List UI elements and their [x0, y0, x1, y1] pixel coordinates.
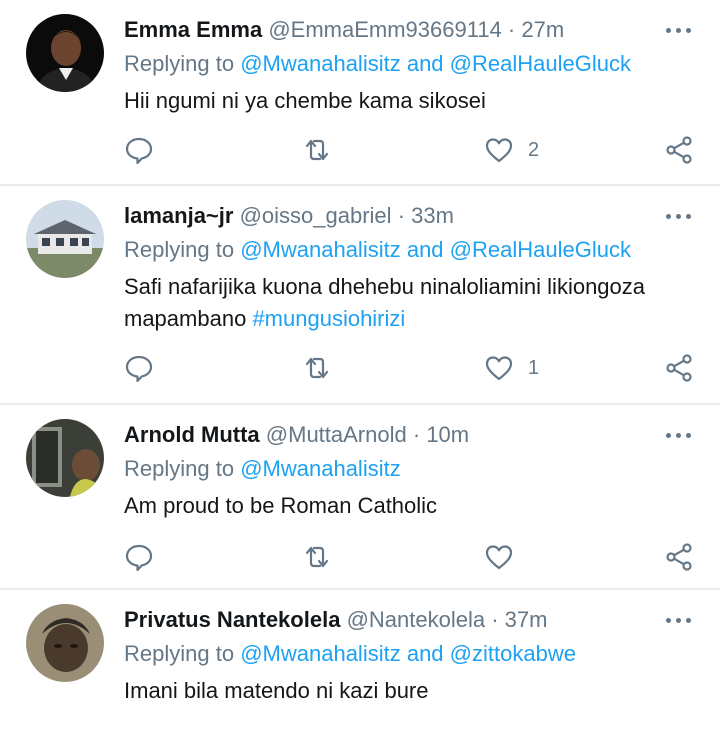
tweet-text: Imani bila matendo ni kazi bure [124, 675, 694, 707]
share-button[interactable] [664, 134, 694, 166]
like-button[interactable] [484, 541, 514, 573]
tweet-body: Am proud to be Roman Catholic [124, 493, 438, 518]
retweet-button[interactable] [302, 134, 332, 166]
share-icon [666, 543, 692, 571]
like-count: 2 [528, 138, 540, 161]
timestamp[interactable]: 37m [505, 607, 548, 632]
separator-dot: · [397, 203, 406, 228]
replying-label: Replying to [124, 51, 235, 76]
author-handle[interactable]: @oisso_gabriel [240, 203, 392, 228]
retweet-icon [305, 139, 329, 161]
replying-to: Replying to @Mwanahalisitz and @RealHaul… [124, 50, 631, 78]
share-icon [666, 136, 692, 164]
hashtag-link[interactable]: #mungusiohirizi [252, 306, 405, 331]
author-handle[interactable]: @Nantekolela [347, 607, 486, 632]
tweet-header: Arnold Mutta @MuttaArnold · 10m [124, 421, 660, 449]
reply-button[interactable] [124, 134, 154, 166]
action-bar [124, 541, 704, 573]
mention-link[interactable]: @Mwanahalisitz [240, 641, 401, 666]
separator-dot: · [491, 607, 499, 632]
mention-link[interactable]: @RealHauleGluck [450, 237, 631, 262]
mention-link[interactable]: @Mwanahalisitz [240, 456, 401, 481]
author-name[interactable]: Arnold Mutta [124, 422, 260, 447]
avatar[interactable] [26, 14, 104, 92]
retweet-icon [305, 546, 329, 568]
replying-to: Replying to @Mwanahalisitz [124, 455, 401, 483]
and-text: and [406, 641, 444, 666]
replying-label: Replying to [124, 456, 235, 481]
more-dots-icon[interactable] [666, 610, 692, 630]
and-text: and [406, 237, 444, 262]
reply-button[interactable] [124, 541, 154, 573]
like-button[interactable]: 2 [484, 134, 539, 166]
comment-icon [125, 355, 153, 383]
avatar[interactable] [26, 604, 104, 682]
tweet-item[interactable]: Privatus Nantekolela @Nantekolela · 37m … [0, 590, 720, 730]
share-icon [666, 354, 692, 382]
share-button[interactable] [664, 352, 694, 384]
like-count: 1 [528, 356, 540, 379]
replying-to: Replying to @Mwanahalisitz and @RealHaul… [124, 236, 631, 264]
retweet-icon [305, 357, 329, 379]
tweet-item[interactable]: lamanja~jr @oisso_gabriel · 33m Replying… [0, 186, 720, 403]
author-name[interactable]: lamanja~jr [124, 203, 233, 228]
separator-dot: · [412, 422, 421, 447]
comment-icon [125, 137, 153, 165]
heart-icon [485, 545, 513, 570]
more-dots-icon[interactable] [666, 425, 692, 445]
timestamp[interactable]: 27m [521, 17, 564, 42]
tweet-header: lamanja~jr @oisso_gabriel · 33m [124, 202, 660, 230]
reply-feed: Emma Emma @EmmaEmm93669114 · 27m Replyin… [0, 0, 720, 730]
author-handle[interactable]: @MuttaArnold [266, 422, 407, 447]
comment-icon [125, 544, 153, 572]
and-text: and [406, 51, 444, 76]
tweet-body: Hii ngumi ni ya chembe kama sikosei [124, 88, 486, 113]
mention-link[interactable]: @zittokabwe [450, 641, 576, 666]
author-name[interactable]: Emma Emma [124, 17, 262, 42]
timestamp[interactable]: 10m [426, 422, 469, 447]
avatar[interactable] [26, 419, 104, 497]
mention-link[interactable]: @Mwanahalisitz [240, 237, 401, 262]
retweet-button[interactable] [302, 541, 332, 573]
action-bar: 1 [124, 352, 704, 384]
tweet-text: Hii ngumi ni ya chembe kama sikosei [124, 85, 694, 117]
avatar[interactable] [26, 200, 104, 278]
mention-link[interactable]: @RealHauleGluck [450, 51, 631, 76]
share-button[interactable] [664, 541, 694, 573]
tweet-header: Emma Emma @EmmaEmm93669114 · 27m [124, 16, 660, 44]
heart-icon [485, 356, 513, 381]
heart-icon [485, 138, 513, 163]
author-name[interactable]: Privatus Nantekolela [124, 607, 340, 632]
tweet-body: Imani bila matendo ni kazi bure [124, 678, 429, 703]
tweet-text: Safi nafarijika kuona dhehebu ninaloliam… [124, 271, 694, 335]
replying-label: Replying to [124, 641, 235, 666]
tweet-item[interactable]: Emma Emma @EmmaEmm93669114 · 27m Replyin… [0, 0, 720, 184]
tweet-item[interactable]: Arnold Mutta @MuttaArnold · 10m Replying… [0, 405, 720, 588]
like-button[interactable]: 1 [484, 352, 539, 384]
author-handle[interactable]: @EmmaEmm93669114 [268, 17, 501, 42]
reply-button[interactable] [124, 352, 154, 384]
separator-dot: · [507, 17, 516, 42]
tweet-header: Privatus Nantekolela @Nantekolela · 37m [124, 606, 660, 634]
replying-label: Replying to [124, 237, 235, 262]
more-dots-icon[interactable] [666, 206, 692, 226]
retweet-button[interactable] [302, 352, 332, 384]
tweet-text: Am proud to be Roman Catholic [124, 490, 694, 522]
mention-link[interactable]: @Mwanahalisitz [240, 51, 401, 76]
action-bar: 2 [124, 134, 704, 166]
replying-to: Replying to @Mwanahalisitz and @zittokab… [124, 640, 576, 668]
more-dots-icon[interactable] [666, 20, 692, 40]
timestamp[interactable]: 33m [411, 203, 454, 228]
